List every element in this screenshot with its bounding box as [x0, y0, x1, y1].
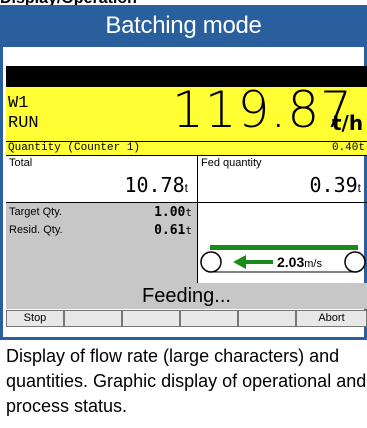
- target-label: Target Qty.: [9, 206, 62, 218]
- fed-cell: Fed quantity 0.39t: [198, 155, 367, 202]
- target-unit: t: [185, 206, 192, 219]
- roller-left-icon: [200, 251, 222, 273]
- resid-unit: t: [185, 224, 192, 237]
- caption-text: Display of flow rate (large characters) …: [6, 346, 367, 416]
- flow-rate-value: 119.87: [172, 81, 353, 139]
- total-label: Total: [9, 157, 33, 169]
- softkey-4[interactable]: [180, 310, 238, 327]
- counter-strip: Quantity (Counter 1) 0.40t: [6, 141, 367, 156]
- belt-panel: 2.03m/s: [198, 203, 367, 283]
- belt-speed-value: 2.03: [277, 254, 305, 270]
- fed-value: 0.39: [309, 173, 358, 197]
- total-readout: 10.78t: [124, 173, 188, 197]
- stop-button[interactable]: Stop: [6, 310, 64, 327]
- target-cell: Target Qty. 1.00t Resid. Qty. 0.61t: [6, 203, 197, 283]
- flow-rate-panel: W1 RUN 119.87 t/h: [6, 81, 367, 141]
- fed-unit: t: [357, 181, 361, 195]
- total-cell: Total 10.78t: [6, 155, 198, 202]
- target-readout: 1.00t: [154, 205, 192, 220]
- banner-title: Batching mode: [0, 5, 367, 47]
- counter-value: 0.40t: [331, 142, 365, 154]
- fed-readout: 0.39t: [309, 173, 361, 197]
- roller-right-icon: [344, 251, 366, 273]
- resid-label: Resid. Qty.: [9, 224, 63, 236]
- status-bar: Feeding...: [6, 283, 367, 309]
- softkey-3[interactable]: [122, 310, 180, 327]
- counter-label: Quantity (Counter 1): [8, 142, 141, 154]
- resid-value: 0.61: [154, 223, 186, 238]
- softkey-5[interactable]: [238, 310, 296, 327]
- softkey-row: Stop Abort: [6, 310, 367, 327]
- belt-top-bar: [210, 245, 358, 250]
- resid-readout: 0.61t: [154, 223, 192, 238]
- total-unit: t: [184, 181, 188, 195]
- flow-rate-unit: t/h: [332, 111, 364, 135]
- target-value: 1.00: [154, 205, 186, 220]
- abort-button[interactable]: Abort: [296, 310, 367, 327]
- arrow-left-icon: [233, 255, 273, 269]
- fed-label: Fed quantity: [201, 157, 262, 169]
- run-state: RUN: [8, 114, 39, 133]
- total-value: 10.78: [124, 173, 185, 197]
- belt-speed-readout: 2.03m/s: [277, 254, 322, 272]
- softkey-2[interactable]: [64, 310, 122, 327]
- scale-id: W1: [8, 94, 29, 113]
- belt-speed-unit: m/s: [304, 258, 322, 270]
